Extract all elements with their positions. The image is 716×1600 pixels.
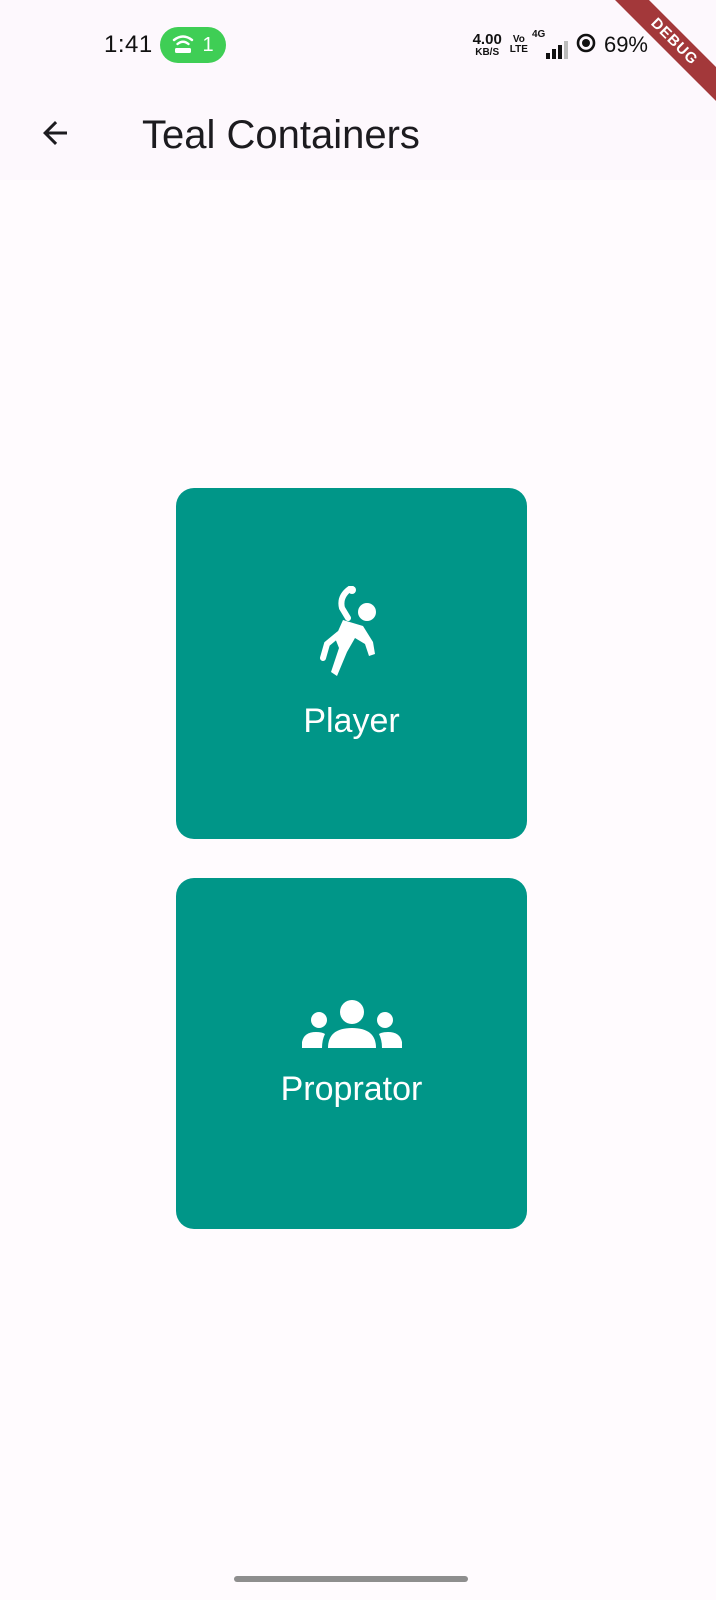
sports-handball-icon [317, 586, 387, 686]
battery-percent: 69% [603, 32, 648, 57]
app-bar: Teal Containers [0, 90, 716, 180]
proprator-label: Proprator [280, 1070, 423, 1108]
status-bar: 1:41 1 4.00 KB/S Vo LTE 4G 69% [0, 0, 716, 90]
volte-bottom: LTE [509, 44, 528, 55]
signal-icon: 4G [532, 29, 568, 59]
home-indicator[interactable] [234, 1576, 468, 1582]
hotspot-count: 1 [202, 33, 214, 56]
proprator-card[interactable]: Proprator [176, 878, 527, 1229]
hotspot-indicator: 1 [160, 27, 226, 63]
player-card[interactable]: Player [176, 488, 527, 839]
battery-icon [576, 33, 596, 58]
hotspot-icon [172, 35, 194, 55]
back-button[interactable] [30, 110, 80, 160]
network-speed: 4.00 KB/S [473, 32, 502, 58]
status-time: 1:41 [104, 31, 153, 58]
volte-indicator: Vo LTE [510, 35, 528, 55]
page-title: Teal Containers [142, 113, 420, 157]
arrow-back-icon [37, 115, 73, 156]
status-icons: 4.00 KB/S Vo LTE 4G 69% [473, 28, 648, 62]
groups-icon [301, 998, 402, 1054]
network-speed-unit: KB/S [475, 47, 500, 58]
player-label: Player [303, 702, 400, 740]
main-content: Player Proprator [0, 180, 716, 1600]
network-speed-value: 4.00 [472, 31, 502, 48]
network-type: 4G [531, 29, 546, 40]
